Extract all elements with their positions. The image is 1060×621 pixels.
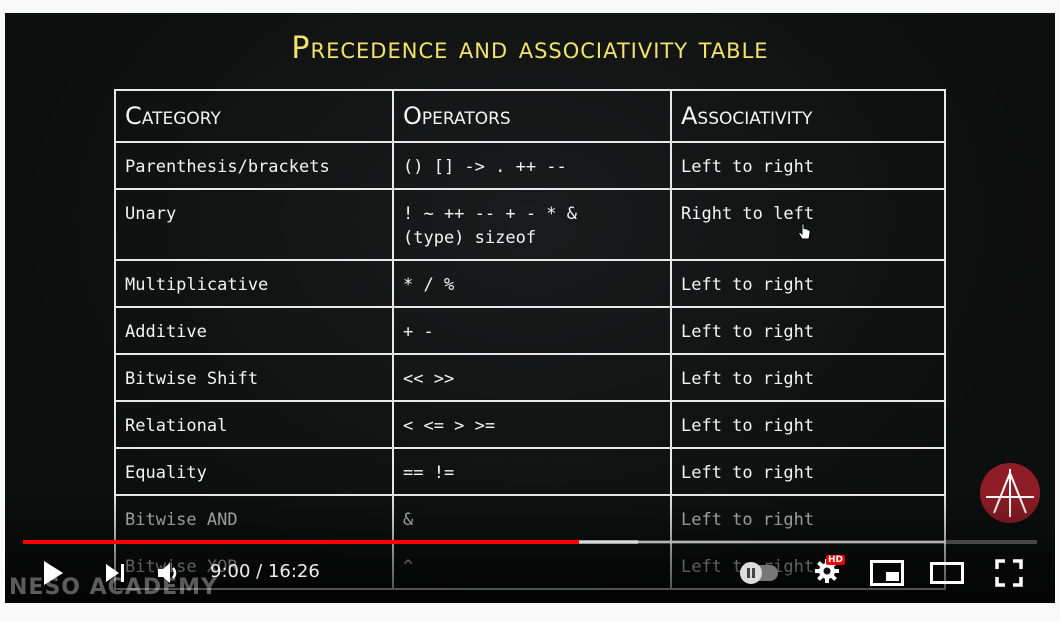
operators-line: ! ~ ++ -- + - * & — [403, 204, 577, 224]
cell-operators: + - — [392, 306, 672, 355]
settings-button[interactable]: HD — [807, 553, 847, 593]
video-player[interactable]: Precedence and associativity table Categ… — [5, 13, 1055, 603]
fullscreen-button[interactable] — [989, 553, 1029, 593]
cell-operators: * / % — [392, 259, 672, 308]
cell-category: Relational — [114, 400, 394, 449]
cell-category: Unary — [114, 188, 394, 261]
cell-operators: & — [392, 494, 672, 543]
cell-associativity: Left to right — [670, 306, 946, 355]
cell-operators: ! ~ ++ -- + - * & (type) sizeof — [392, 188, 672, 261]
slide-title: Precedence and associativity table — [291, 31, 769, 66]
pause-icon — [747, 568, 755, 578]
cell-associativity: Left to right — [670, 353, 946, 402]
cell-operators: () [] -> . ++ -- — [392, 141, 672, 190]
next-button[interactable] — [97, 553, 133, 593]
table-row: Bitwise AND & Left to right — [114, 494, 946, 543]
cell-operators: == != — [392, 447, 672, 496]
cell-operators: < <= > >= — [392, 400, 672, 449]
progress-bar[interactable] — [23, 540, 1037, 544]
table-row: Relational < <= > >= Left to right — [114, 400, 946, 449]
cell-category: Equality — [114, 447, 394, 496]
table-row: Bitwise Shift << >> Left to right — [114, 353, 946, 402]
settings-wrapper: HD — [813, 555, 845, 589]
autoplay-knob — [740, 562, 762, 584]
header-operators: Operators — [392, 89, 672, 143]
theater-icon — [930, 562, 964, 584]
precedence-table: Category Operators Associativity Parenth… — [114, 89, 946, 590]
hd-badge: HD — [825, 555, 845, 565]
time-display: 9:00 / 16:26 — [210, 561, 320, 582]
cell-associativity: Left to right — [670, 400, 946, 449]
cell-category: Bitwise Shift — [114, 353, 394, 402]
cell-category: Multiplicative — [114, 259, 394, 308]
table-row: Unary ! ~ ++ -- + - * & (type) sizeof Ri… — [114, 188, 946, 261]
autoplay-track — [740, 562, 778, 584]
cell-operators: << >> — [392, 353, 672, 402]
current-time: 9:00 — [210, 561, 251, 582]
video-frame[interactable]: Precedence and associativity table Categ… — [5, 13, 1055, 603]
table-row: Parenthesis/brackets () [] -> . ++ -- Le… — [114, 141, 946, 190]
table-header-row: Category Operators Associativity — [114, 89, 946, 143]
cell-associativity: Left to right — [670, 141, 946, 190]
cell-associativity: Left to right — [670, 494, 946, 543]
next-icon — [106, 564, 124, 582]
autoplay-toggle[interactable] — [737, 553, 781, 593]
theater-button[interactable] — [927, 553, 967, 593]
volume-icon — [158, 563, 177, 583]
cell-category: Bitwise AND — [114, 494, 394, 543]
duration: 16:26 — [267, 561, 320, 582]
played-bar — [23, 540, 579, 544]
cell-category: Parenthesis/brackets — [114, 141, 394, 190]
play-icon — [44, 561, 63, 585]
hand-cursor-icon — [797, 223, 811, 240]
table-row: Equality == != Left to right — [114, 447, 946, 496]
play-button[interactable] — [35, 553, 71, 593]
cell-category: Additive — [114, 306, 394, 355]
table-row: Multiplicative * / % Left to right — [114, 259, 946, 308]
miniplayer-icon — [870, 560, 904, 586]
fullscreen-icon — [995, 559, 1023, 587]
miniplayer-button[interactable] — [867, 553, 907, 593]
neso-logo-icon — [980, 463, 1040, 523]
player-controls: 9:00 / 16:26 HD — [5, 553, 1055, 593]
header-associativity: Associativity — [670, 89, 946, 143]
header-category: Category — [114, 89, 394, 143]
cell-associativity: Left to right — [670, 447, 946, 496]
table-row: Additive + - Left to right — [114, 306, 946, 355]
volume-button[interactable] — [151, 553, 187, 593]
cell-associativity: Left to right — [670, 259, 946, 308]
time-separator: / — [250, 561, 268, 582]
operators-line: (type) sizeof — [403, 228, 537, 248]
